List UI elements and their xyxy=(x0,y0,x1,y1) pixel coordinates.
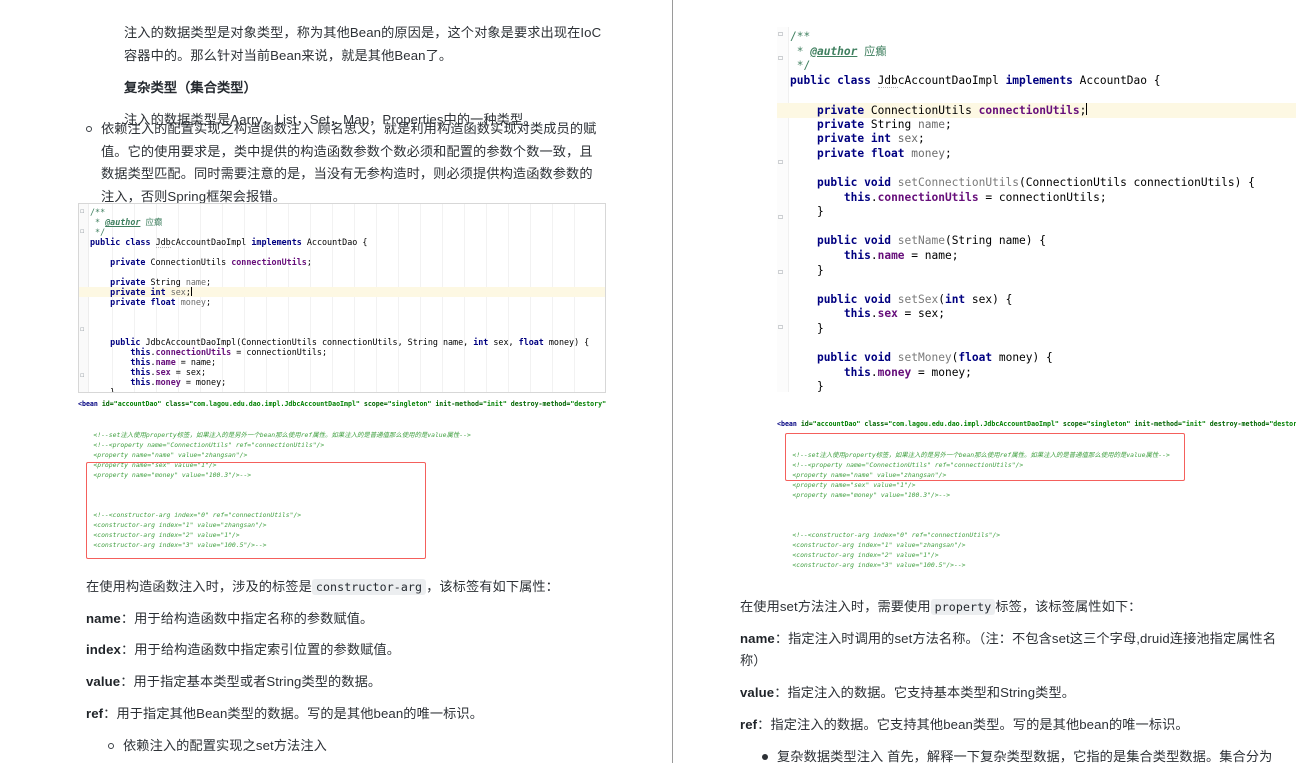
paragraph-property-intro: 在使用set方法注入时，需要使用 property 标签，该标签属性如下： xyxy=(740,599,1142,615)
code-line: <property name="name" value="zhangsan"/> xyxy=(792,471,947,479)
code-line: /** xyxy=(90,207,106,217)
code-line: } xyxy=(816,380,824,392)
code-line: this.sex = sex; xyxy=(843,307,945,321)
code-line: private int sex; xyxy=(816,132,925,146)
code-line: private ConnectionUtils connectionUtils; xyxy=(110,257,312,267)
right-pane: ◻ ◻ ◻ ◻ ◻ ◻ /** * @author 应癫 */ public c… xyxy=(672,0,1296,763)
code-line-highlighted: private int sex; xyxy=(79,287,605,297)
left-pane: 注入的数据类型是对象类型，称为其他Bean的原因是，这个对象是要求出现在IoC容… xyxy=(0,0,672,763)
attribute-item-name: name：用于给构造函数中指定名称的参数赋值。 xyxy=(86,610,374,626)
code-line: <!--<constructor-arg index="0" ref="conn… xyxy=(93,511,302,519)
document-page: 注入的数据类型是对象类型，称为其他Bean的原因是，这个对象是要求出现在IoC容… xyxy=(0,0,1296,763)
attribute-item-ref: ref：用于指定其他Bean类型的数据。写的是其他bean的唯一标识。 xyxy=(86,705,484,721)
code-line-bean: <bean id="accountDao" class="com.lagou.e… xyxy=(78,400,606,408)
code-line: <property name="name" value="zhangsan"/> xyxy=(93,451,248,459)
code-line-bean: <bean id="accountDao" class="com.lagou.e… xyxy=(777,420,1296,428)
attribute-item-value: value：指定注入的数据。它支持基本类型和String类型。 xyxy=(740,685,1076,701)
left-java-code-text[interactable]: /** * @author 应癫 */ public class JdbcAcc… xyxy=(79,204,605,393)
code-line-highlighted: private ConnectionUtils connectionUtils; xyxy=(777,102,1296,118)
code-line: <property name="money" value="100.3"/>--… xyxy=(93,471,252,479)
code-line: */ xyxy=(90,227,106,237)
code-line: <constructor-arg index="1" value="zhangs… xyxy=(93,521,267,529)
code-line: } xyxy=(816,263,824,277)
code-line: this.name = name; xyxy=(843,248,959,262)
left-attribute-prose: 在使用构造函数注入时，涉及的标签是 constructor-arg ，该标签有如下属… xyxy=(86,576,606,763)
code-line: public class JdbcAccountDaoImpl implemen… xyxy=(790,73,1161,88)
code-line: <!--<property name="ConnectionUtils" ref… xyxy=(792,461,1024,469)
code-line: public void setName(String name) { xyxy=(816,234,1046,248)
attribute-item-value: value：用于指定基本类型或者String类型的数据。 xyxy=(86,674,382,690)
code-line: <property name="sex" value="1"/> xyxy=(93,461,217,469)
attribute-item-ref: ref：指定注入的数据。它支持其他bean类型。写的是其他bean的唯一标识。 xyxy=(740,716,1189,732)
code-line: } xyxy=(816,321,824,335)
code-line: this.money = money; xyxy=(130,377,227,387)
code-line: <!--<constructor-arg index="0" ref="conn… xyxy=(792,531,1001,539)
code-line: <constructor-arg index="3" value="100.5"… xyxy=(93,541,267,549)
inline-code-property: property xyxy=(930,599,996,615)
code-line: /** xyxy=(790,30,811,43)
code-line: <!--set注入使用property标签，如果注入的是另外一个bean那么使用… xyxy=(792,451,1170,459)
code-line: public void setSex(int sex) { xyxy=(816,292,1013,306)
bullet-hollow-icon xyxy=(86,126,92,132)
bullet-hollow-icon xyxy=(108,742,114,749)
code-line: <!--set注入使用property标签，如果注入的是另外一个bean那么使用… xyxy=(93,431,471,439)
code-line: */ xyxy=(790,59,811,73)
code-line: <property name="sex" value="1"/> xyxy=(792,481,916,489)
code-line: public void setConnectionUtils(Connectio… xyxy=(816,175,1255,189)
code-line: <constructor-arg index="3" value="100.5"… xyxy=(792,561,966,569)
code-line: this.connectionUtils = connectionUtils; xyxy=(130,347,328,357)
attribute-item-name: name：指定注入时调用的set方法名称。（注：不包含set这三个字母,drui… xyxy=(740,630,1277,669)
right-xml-code-block[interactable]: <bean id="accountDao" class="com.lagou.e… xyxy=(777,416,1296,588)
attribute-item-index: index：用于给构造函数中指定索引位置的参数赋值。 xyxy=(86,642,400,658)
right-java-code-text[interactable]: /** * @author 应癫 */ public class JdbcAcc… xyxy=(777,27,1296,392)
code-line: this.money = money; xyxy=(843,365,972,379)
bullet-text-constructor-injection: 依赖注入的配置实现之构造函数注入 顾名思义，就是利用构造函数实现对类成员的赋值。… xyxy=(101,121,597,205)
code-line: <!--<property name="ConnectionUtils" ref… xyxy=(93,441,325,449)
left-java-code-block[interactable]: ◻ ◻ ◻ ◻ /** * @author 应癫 */ public class… xyxy=(78,203,606,393)
code-line: this.name = name; xyxy=(130,357,217,367)
code-line: private String name; xyxy=(816,117,952,131)
code-line: public JdbcAccountDaoImpl(ConnectionUtil… xyxy=(110,337,590,347)
right-attribute-prose: 在使用set方法注入时，需要使用 property 标签，该标签属性如下： name… xyxy=(740,596,1285,763)
paragraph-constructor-arg-intro: 在使用构造函数注入时，涉及的标签是 constructor-arg ，该标签有如下属… xyxy=(86,579,559,595)
code-line: public class JdbcAccountDaoImpl implemen… xyxy=(90,237,368,248)
bullet-text-set-injection: 依赖注入的配置实现之set方法注入 xyxy=(123,737,327,753)
code-line: <constructor-arg index="1" value="zhangs… xyxy=(792,541,966,549)
code-line: } xyxy=(110,387,116,393)
code-line: <constructor-arg index="2" value="1"/> xyxy=(93,531,240,539)
code-line: private String name; xyxy=(110,277,212,287)
right-xml-code-text[interactable]: <bean id="accountDao" class="com.lagou.e… xyxy=(777,416,1296,588)
left-xml-code-text[interactable]: <bean id="accountDao" class="com.lagou.e… xyxy=(78,396,606,568)
code-line: } xyxy=(816,205,824,219)
code-line: <constructor-arg index="2" value="1"/> xyxy=(792,551,939,559)
paragraph-object-type: 注入的数据类型是对象类型，称为其他Bean的原因是，这个对象是要求出现在IoC容… xyxy=(124,25,602,63)
left-xml-code-block[interactable]: <bean id="accountDao" class="com.lagou.e… xyxy=(78,396,606,568)
bullet-solid-icon xyxy=(762,753,768,760)
code-line: this.sex = sex; xyxy=(130,367,206,377)
code-line: * @author 应癫 xyxy=(90,217,163,227)
right-java-code-block[interactable]: ◻ ◻ ◻ ◻ ◻ ◻ /** * @author 应癫 */ public c… xyxy=(777,27,1296,392)
code-line: this.connectionUtils = connectionUtils; xyxy=(843,190,1107,204)
code-line: private float money; xyxy=(816,146,952,160)
inline-code-constructor-arg: constructor-arg xyxy=(311,579,427,595)
heading-complex-type: 复杂类型（集合类型） xyxy=(124,80,257,96)
bullet-text-complex-type-injection: 复杂数据类型注入 首先，解释一下复杂类型数据，它指的是集合类型数据。集合分为两类… xyxy=(777,748,1273,763)
code-line: * @author 应癫 xyxy=(790,44,887,58)
code-line: <property name="money" value="100.3"/>--… xyxy=(792,491,951,499)
code-line: public void setMoney(float money) { xyxy=(816,351,1053,365)
code-line: private float money; xyxy=(110,297,212,307)
